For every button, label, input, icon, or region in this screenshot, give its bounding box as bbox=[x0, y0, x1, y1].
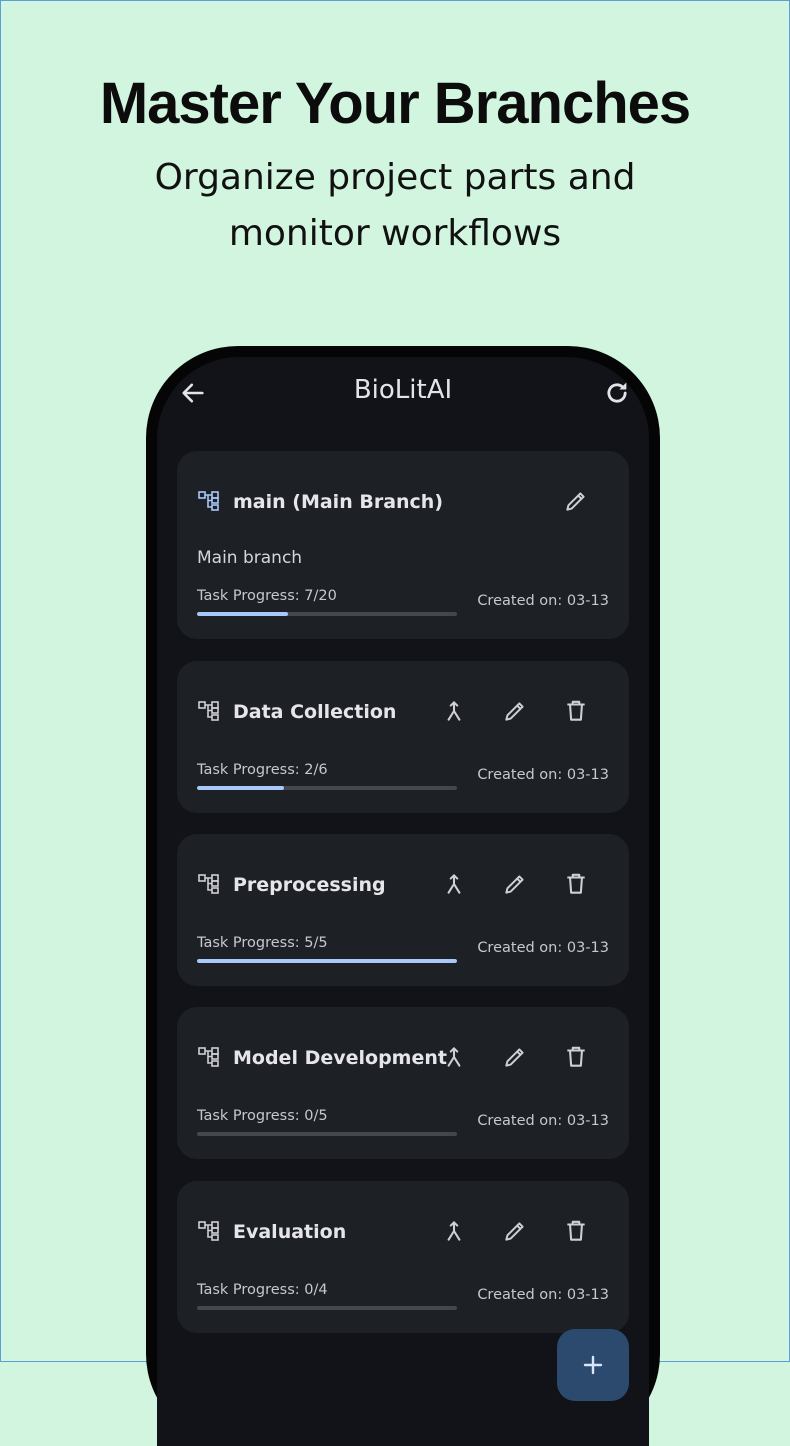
trash-icon bbox=[567, 1220, 585, 1241]
task-progress-label: Task Progress: 0/4 bbox=[197, 1282, 328, 1298]
branch-name: main (Main Branch) bbox=[233, 491, 444, 513]
trash-icon bbox=[567, 1046, 585, 1067]
branch-name: Evaluation bbox=[233, 1221, 347, 1243]
merge-icon bbox=[447, 1047, 461, 1067]
phone-frame: BioLitAI main (Main Branch) Main branch … bbox=[146, 346, 660, 1446]
pencil-icon bbox=[505, 702, 524, 721]
task-progress-bar bbox=[197, 1306, 457, 1310]
add-branch-button[interactable] bbox=[557, 1329, 629, 1401]
created-date: Created on: 03-13 bbox=[477, 767, 609, 783]
edit-button[interactable] bbox=[502, 698, 528, 724]
delete-button[interactable] bbox=[563, 698, 589, 724]
task-progress-label: Task Progress: 0/5 bbox=[197, 1108, 328, 1124]
edit-button[interactable] bbox=[502, 871, 528, 897]
delete-button[interactable] bbox=[563, 1218, 589, 1244]
pencil-icon bbox=[505, 1222, 524, 1241]
edit-button[interactable] bbox=[563, 488, 589, 514]
promo-headline: Master Your Branches bbox=[99, 71, 691, 136]
branch-tree-icon bbox=[198, 874, 219, 894]
task-progress-label: Task Progress: 7/20 bbox=[197, 588, 337, 604]
edit-button[interactable] bbox=[502, 1218, 528, 1244]
refresh-icon bbox=[607, 382, 627, 403]
task-progress-bar bbox=[197, 959, 457, 963]
branch-description: Main branch bbox=[197, 548, 303, 568]
branch-card-preprocessing[interactable]: Preprocessing Task Progress: 5/5 Created… bbox=[177, 834, 629, 986]
branch-card-evaluation[interactable]: Evaluation Task Progress: 0/4 Created on… bbox=[177, 1181, 629, 1333]
task-progress-fill bbox=[197, 959, 457, 963]
branch-tree-icon bbox=[198, 1221, 219, 1241]
pencil-icon bbox=[505, 875, 524, 894]
branch-name: Preprocessing bbox=[233, 874, 386, 896]
created-date: Created on: 03-13 bbox=[477, 940, 609, 956]
branch-tree-icon bbox=[198, 701, 219, 721]
branch-card-main[interactable]: main (Main Branch) Main branch Task Prog… bbox=[177, 451, 629, 639]
app-bar: BioLitAI bbox=[157, 357, 649, 429]
task-progress-bar bbox=[197, 786, 457, 790]
merge-button[interactable] bbox=[441, 698, 467, 724]
created-date: Created on: 03-13 bbox=[477, 1113, 609, 1129]
task-progress-label: Task Progress: 5/5 bbox=[197, 935, 328, 951]
merge-icon bbox=[447, 874, 461, 894]
branch-card-data-collection[interactable]: Data Collection Task Progress: 2/6 Creat… bbox=[177, 661, 629, 813]
pencil-icon bbox=[505, 1048, 524, 1067]
branch-name: Data Collection bbox=[233, 701, 397, 723]
branch-tree-icon bbox=[198, 491, 219, 511]
task-progress-fill bbox=[197, 612, 288, 616]
delete-button[interactable] bbox=[563, 1044, 589, 1070]
branch-name: Model Development bbox=[233, 1047, 447, 1069]
task-progress-label: Task Progress: 2/6 bbox=[197, 762, 328, 778]
app-screen: BioLitAI main (Main Branch) Main branch … bbox=[157, 357, 649, 1446]
task-progress-fill bbox=[197, 786, 284, 790]
promo-subline-1: Organize project parts and bbox=[154, 157, 636, 198]
merge-icon bbox=[447, 1221, 461, 1241]
delete-button[interactable] bbox=[563, 871, 589, 897]
branch-card-model-development[interactable]: Model Development Task Progress: 0/5 Cre… bbox=[177, 1007, 629, 1159]
pencil-icon bbox=[566, 492, 585, 511]
merge-button[interactable] bbox=[441, 1218, 467, 1244]
merge-button[interactable] bbox=[441, 871, 467, 897]
refresh-button[interactable] bbox=[603, 379, 631, 407]
merge-button[interactable] bbox=[441, 1044, 467, 1070]
promo-subline-2: monitor workflows bbox=[228, 213, 562, 254]
task-progress-bar bbox=[197, 1132, 457, 1136]
branch-tree-icon bbox=[198, 1047, 219, 1067]
app-title: BioLitAI bbox=[353, 375, 453, 405]
task-progress-bar bbox=[197, 612, 457, 616]
trash-icon bbox=[567, 700, 585, 721]
edit-button[interactable] bbox=[502, 1044, 528, 1070]
merge-icon bbox=[447, 701, 461, 721]
promo-subheadline: Organize project parts and monitor workf… bbox=[0, 150, 790, 262]
trash-icon bbox=[567, 873, 585, 894]
created-date: Created on: 03-13 bbox=[477, 1287, 609, 1303]
plus-icon bbox=[583, 1355, 603, 1375]
created-date: Created on: 03-13 bbox=[477, 593, 609, 609]
